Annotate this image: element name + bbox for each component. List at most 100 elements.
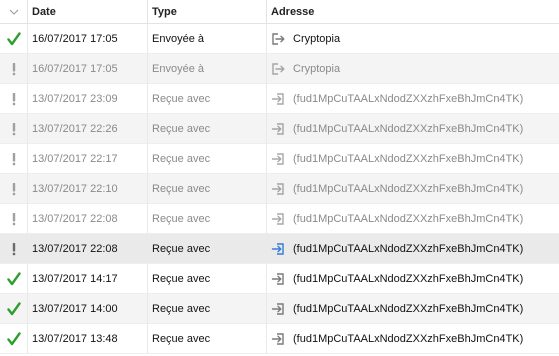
type-cell: Reçue avec: [148, 113, 267, 144]
table-row[interactable]: 13/07/2017 22:08 Reçue avec (fud1MpCuTAALx…: [0, 203, 559, 234]
send-arrow-icon: [272, 32, 285, 45]
column-header-address[interactable]: Adresse: [267, 0, 559, 24]
address-cell: (fud1MpCuTAALxNdodZXXzhFxeBhJmCn4TK): [267, 114, 559, 144]
address-cell: (fud1MpCuTAALxNdodZXXzhFxeBhJmCn4TK): [267, 234, 559, 264]
status-cell: [0, 23, 28, 54]
address-text: (fud1MpCuTAALxNdodZXXzhFxeBhJmCn4TK): [293, 92, 524, 105]
date-cell: 13/07/2017 14:00: [28, 293, 148, 324]
date-cell: 13/07/2017 22:17: [28, 143, 148, 174]
unconfirmed-exclamation-icon: [12, 62, 15, 75]
date-text: 13/07/2017 23:09: [32, 92, 118, 105]
transactions-table: Date Type Adresse 16/07/2017 17:05 Envoyé…: [0, 0, 559, 356]
unconfirmed-exclamation-icon: [12, 152, 15, 165]
column-header-type[interactable]: Type: [148, 0, 267, 24]
date-cell: 13/07/2017 22:26: [28, 113, 148, 144]
type-text: Reçue avec: [152, 242, 211, 255]
receive-arrow-icon: [271, 302, 284, 315]
confirmed-check-icon: [6, 271, 21, 285]
table-row[interactable]: 13/07/2017 22:08 Reçue avec (fud1MpCuTAALx…: [0, 233, 559, 264]
date-text: 13/07/2017 14:17: [32, 272, 118, 285]
type-text: Envoyée à: [152, 62, 204, 75]
receive-arrow-icon: [271, 272, 284, 285]
type-text: Reçue avec: [152, 92, 211, 105]
receive-arrow-icon: [271, 182, 284, 195]
address-cell: (fud1MpCuTAALxNdodZXXzhFxeBhJmCn4TK): [267, 264, 559, 294]
table-row[interactable]: 13/07/2017 23:09 Reçue avec (fud1MpCuTAALx…: [0, 83, 559, 114]
date-cell: 16/07/2017 17:05: [28, 23, 148, 54]
table-row[interactable]: 13/07/2017 22:26 Reçue avec (fud1MpCuTAALx…: [0, 113, 559, 144]
table-row[interactable]: 13/07/2017 13:48 Reçue avec (fud1MpCuTAALx…: [0, 323, 559, 354]
address-text: (fud1MpCuTAALxNdodZXXzhFxeBhJmCn4TK): [293, 302, 524, 315]
receive-arrow-icon: [271, 242, 284, 255]
type-cell: Reçue avec: [148, 233, 267, 264]
column-header-date[interactable]: Date: [28, 0, 148, 24]
receive-arrow-icon: [271, 332, 284, 345]
type-text: Reçue avec: [152, 272, 211, 285]
type-cell: Reçue avec: [148, 263, 267, 294]
type-text: Reçue avec: [152, 122, 211, 135]
table-header: Date Type Adresse: [0, 0, 559, 24]
type-text: Envoyée à: [152, 32, 204, 45]
receive-arrow-icon: [271, 152, 284, 165]
status-cell: [0, 263, 28, 294]
unconfirmed-exclamation-icon: [12, 92, 15, 105]
status-cell: [0, 143, 28, 174]
date-text: 13/07/2017 22:08: [32, 212, 118, 225]
address-cell: (fud1MpCuTAALxNdodZXXzhFxeBhJmCn4TK): [267, 84, 559, 114]
address-cell: Cryptopia: [267, 24, 559, 54]
address-text: Cryptopia: [293, 32, 341, 45]
address-text: (fud1MpCuTAALxNdodZXXzhFxeBhJmCn4TK): [293, 212, 524, 225]
date-cell: 13/07/2017 14:17: [28, 263, 148, 294]
date-cell: 16/07/2017 17:05: [28, 53, 148, 84]
date-text: 16/07/2017 17:05: [32, 62, 118, 75]
receive-arrow-icon: [271, 212, 284, 225]
address-cell: (fud1MpCuTAALxNdodZXXzhFxeBhJmCn4TK): [267, 174, 559, 204]
table-row[interactable]: 13/07/2017 14:17 Reçue avec (fud1MpCuTAALx…: [0, 263, 559, 294]
table-row[interactable]: 13/07/2017 14:00 Reçue avec (fud1MpCuTAALx…: [0, 293, 559, 324]
status-cell: [0, 173, 28, 204]
column-header-status[interactable]: [0, 0, 28, 24]
confirmed-check-icon: [6, 31, 21, 45]
address-cell: (fud1MpCuTAALxNdodZXXzhFxeBhJmCn4TK): [267, 144, 559, 174]
status-cell: [0, 83, 28, 114]
table-row[interactable]: 13/07/2017 22:10 Reçue avec (fud1MpCuTAALx…: [0, 173, 559, 204]
confirmed-check-icon: [6, 331, 21, 345]
address-text: (fud1MpCuTAALxNdodZXXzhFxeBhJmCn4TK): [293, 242, 524, 255]
confirmed-check-icon: [6, 301, 21, 315]
table-body: 16/07/2017 17:05 Envoyée à Cryptopia 16/07/…: [0, 23, 559, 354]
status-cell: [0, 233, 28, 264]
type-cell: Envoyée à: [148, 23, 267, 54]
table-row[interactable]: 13/07/2017 22:17 Reçue avec (fud1MpCuTAALx…: [0, 143, 559, 174]
receive-arrow-icon: [271, 92, 284, 105]
date-text: 13/07/2017 22:08: [32, 242, 118, 255]
address-cell: (fud1MpCuTAALxNdodZXXzhFxeBhJmCn4TK): [267, 204, 559, 234]
table-row[interactable]: 16/07/2017 17:05 Envoyée à Cryptopia: [0, 53, 559, 84]
type-cell: Reçue avec: [148, 293, 267, 324]
send-arrow-icon: [272, 62, 285, 75]
date-text: 13/07/2017 13:48: [32, 332, 118, 345]
address-text: (fud1MpCuTAALxNdodZXXzhFxeBhJmCn4TK): [293, 152, 524, 165]
unconfirmed-exclamation-icon: [12, 242, 15, 255]
address-text: (fud1MpCuTAALxNdodZXXzhFxeBhJmCn4TK): [293, 122, 524, 135]
date-text: 13/07/2017 22:17: [32, 152, 118, 165]
address-cell: Cryptopia: [267, 54, 559, 84]
address-text: Cryptopia: [293, 62, 341, 75]
table-row[interactable]: 16/07/2017 17:05 Envoyée à Cryptopia: [0, 23, 559, 54]
status-cell: [0, 203, 28, 234]
type-text: Reçue avec: [152, 302, 211, 315]
date-cell: 13/07/2017 23:09: [28, 83, 148, 114]
type-text: Reçue avec: [152, 182, 211, 195]
date-text: 13/07/2017 14:00: [32, 302, 118, 315]
unconfirmed-exclamation-icon: [12, 212, 15, 225]
address-cell: (fud1MpCuTAALxNdodZXXzhFxeBhJmCn4TK): [267, 294, 559, 324]
unconfirmed-exclamation-icon: [12, 122, 15, 135]
type-cell: Reçue avec: [148, 143, 267, 174]
date-cell: 13/07/2017 22:10: [28, 173, 148, 204]
date-text: 13/07/2017 22:26: [32, 122, 118, 135]
status-cell: [0, 113, 28, 144]
type-cell: Reçue avec: [148, 323, 267, 354]
unconfirmed-exclamation-icon: [12, 182, 15, 195]
status-cell: [0, 53, 28, 84]
address-text: (fud1MpCuTAALxNdodZXXzhFxeBhJmCn4TK): [293, 182, 524, 195]
type-cell: Reçue avec: [148, 83, 267, 114]
